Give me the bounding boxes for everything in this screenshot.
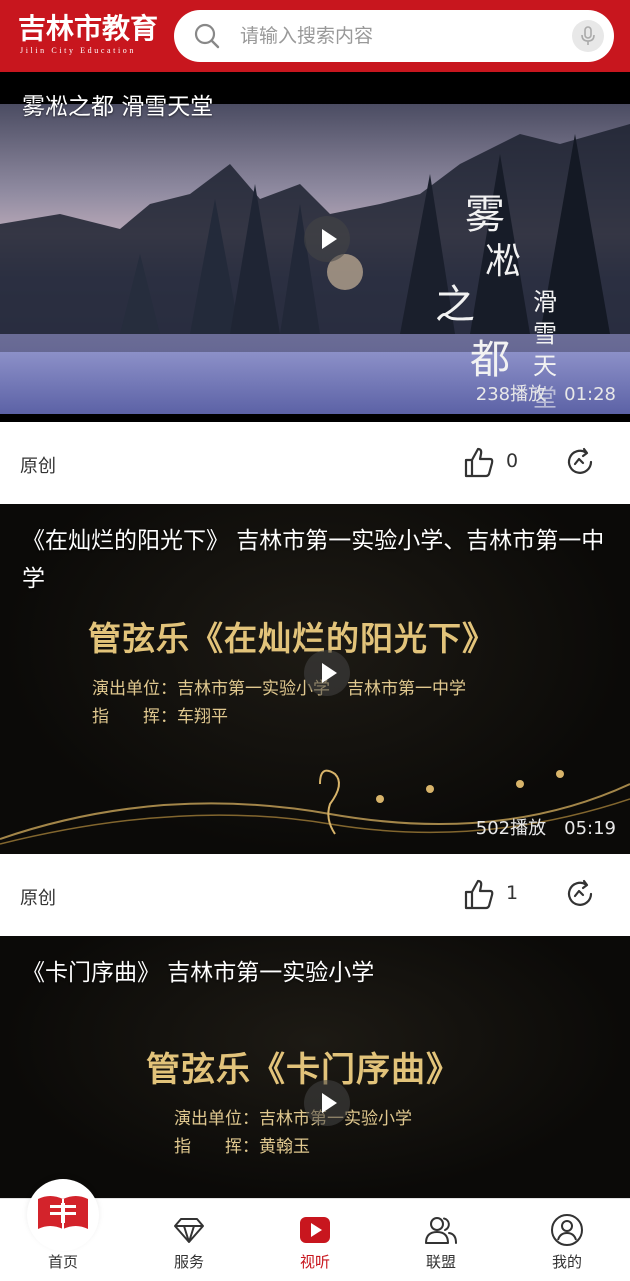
share-icon[interactable] [564, 878, 596, 910]
people-icon [425, 1217, 457, 1244]
bottom-tab-bar: 首页 服务 视听 联盟 我的 [0, 1179, 630, 1281]
video-thumbnail[interactable]: 雾 凇 之 都 滑 雪 天 堂 雾凇之都 滑雪天堂 238播放 01:28 [0, 72, 630, 422]
tab-label: 我的 [551, 1253, 582, 1271]
tab-home[interactable]: 首页 [0, 1179, 126, 1281]
microphone-button[interactable] [572, 20, 604, 52]
video-title: 雾凇之都 滑雪天堂 [22, 94, 214, 120]
microphone-icon [581, 26, 595, 45]
original-tag: 原创 [20, 888, 56, 909]
tab-label: 视听 [299, 1253, 330, 1271]
video-card[interactable]: 管弦乐《卡门序曲》 演出单位：吉林市第一实验小学 指 挥：黄翰玉 《卡门序曲》 … [0, 936, 630, 1198]
poster-title: 管弦乐《在灿烂的阳光下》 [88, 619, 496, 658]
tab-mine[interactable]: 我的 [504, 1199, 630, 1281]
video-duration: 05:19 [564, 818, 616, 839]
video-meta-bar: 原创 1 [0, 854, 630, 936]
like-icon[interactable] [462, 878, 496, 910]
like-count: 1 [506, 882, 519, 904]
video-duration: 01:28 [564, 384, 616, 405]
video-title: 《卡门序曲》 吉林市第一实验小学 [22, 960, 375, 986]
app-header: 吉林市教育 Jilin City Education 请输入搜索内容 [0, 0, 630, 72]
diamond-icon [174, 1218, 204, 1243]
search-input[interactable]: 请输入搜索内容 [240, 10, 373, 62]
tab-services[interactable]: 服务 [126, 1199, 252, 1281]
app-logo-subtitle: Jilin City Education [20, 46, 136, 55]
video-card[interactable]: 雾 凇 之 都 滑 雪 天 堂 雾凇之都 滑雪天堂 238播放 01:28 原创 … [0, 72, 630, 504]
poster-conductor: 指 挥：黄翰玉 [174, 1137, 310, 1157]
video-stats: 502播放 05:19 [476, 814, 616, 840]
poster-title: 管弦乐《卡门序曲》 [146, 1050, 461, 1090]
like-count: 0 [506, 450, 519, 472]
calligraphy-overlay: 雾 凇 之 都 滑 雪 天 堂 [435, 192, 557, 412]
tab-media[interactable]: 视听 [252, 1199, 378, 1281]
play-icon [300, 1217, 330, 1243]
user-icon [551, 1214, 583, 1246]
share-icon[interactable] [564, 446, 596, 478]
video-card[interactable]: 管弦乐《在灿烂的阳光下》 演出单位：吉林市第一实验小学 吉林市第一中学 指 挥：… [0, 504, 630, 936]
play-count: 238播放 [475, 384, 547, 405]
video-thumbnail[interactable]: 管弦乐《在灿烂的阳光下》 演出单位：吉林市第一实验小学 吉林市第一中学 指 挥：… [0, 504, 630, 854]
play-button[interactable] [304, 216, 350, 262]
tab-label: 服务 [173, 1253, 204, 1271]
video-stats: 238播放 01:28 [476, 380, 616, 406]
poster-performer: 演出单位：吉林市第一实验小学 [174, 1109, 412, 1129]
video-thumbnail[interactable]: 管弦乐《卡门序曲》 演出单位：吉林市第一实验小学 指 挥：黄翰玉 《卡门序曲》 … [0, 936, 630, 1198]
tab-label: 首页 [47, 1253, 78, 1271]
play-count: 502播放 [475, 818, 547, 839]
app-logo[interactable]: 吉林市教育 [18, 12, 158, 46]
original-tag: 原创 [20, 456, 56, 477]
tab-label: 联盟 [425, 1253, 456, 1271]
play-button[interactable] [304, 1080, 350, 1126]
search-icon [194, 23, 220, 49]
video-title: 《在灿烂的阳光下》 吉林市第一实验小学、吉林市第一中学 [22, 528, 605, 592]
poster-conductor: 指 挥：车翔平 [92, 707, 228, 727]
poster-performer: 演出单位：吉林市第一实验小学 吉林市第一中学 [92, 679, 466, 699]
video-meta-bar: 原创 0 [0, 422, 630, 504]
video-feed[interactable]: 雾 凇 之 都 滑 雪 天 堂 雾凇之都 滑雪天堂 238播放 01:28 原创 … [0, 72, 630, 1198]
play-button[interactable] [304, 650, 350, 696]
like-icon[interactable] [462, 446, 496, 478]
search-bar[interactable]: 请输入搜索内容 [174, 10, 614, 62]
home-book-icon [38, 1196, 88, 1229]
tab-alliance[interactable]: 联盟 [378, 1199, 504, 1281]
